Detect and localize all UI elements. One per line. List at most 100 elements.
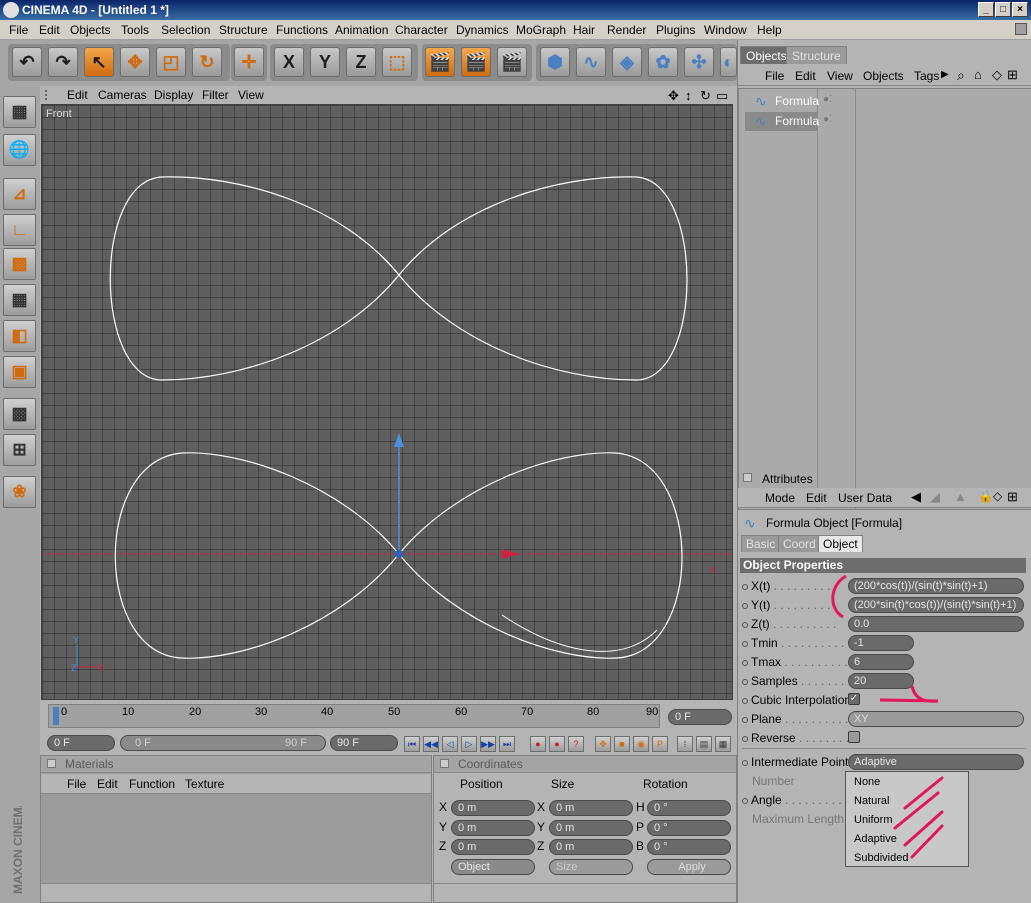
option-natural[interactable]: Natural (854, 795, 889, 807)
z-axis-lock-button[interactable]: Z (346, 47, 376, 77)
attributes-menu-userdata[interactable]: User Data (838, 491, 892, 505)
attributes-menu-mode[interactable]: Mode (765, 491, 795, 505)
timeline-ruler[interactable]: 0 10 20 30 40 50 60 70 80 90 (48, 704, 660, 728)
materials-menu-edit[interactable]: Edit (97, 777, 118, 791)
visibility-dots-icon[interactable]: ●⁚ (823, 114, 832, 125)
viewport-menu-cameras[interactable]: Cameras (98, 88, 147, 102)
timeline-settings-button[interactable]: ▤ (696, 736, 712, 752)
timeline-playhead[interactable] (53, 707, 59, 725)
zt-input[interactable]: 0.0 (848, 616, 1024, 632)
menu-tools[interactable]: Tools (121, 23, 149, 37)
coordinate-system-button[interactable]: ⬚ (382, 47, 412, 77)
coordinate-mode-select[interactable]: Object (451, 859, 535, 875)
timeline-more-button[interactable]: ▦ (715, 736, 731, 752)
search-icon[interactable]: ⌕ (957, 67, 965, 84)
menu-render[interactable]: Render (607, 23, 646, 37)
uv-mode-button[interactable]: ▣ (3, 356, 36, 388)
scale-button[interactable]: ◰ (156, 47, 186, 77)
record-position-button[interactable]: ✥ (595, 736, 611, 752)
menu-mograph[interactable]: MoGraph (516, 23, 566, 37)
play-button[interactable]: ▷ (461, 736, 477, 752)
tab-objects[interactable]: Objects (740, 46, 793, 64)
anim-dot-icon[interactable] (742, 759, 748, 766)
spline-button[interactable]: ∿ (576, 47, 606, 77)
anim-dot-icon[interactable] (742, 621, 748, 628)
new-window-icon[interactable]: ⊞ (1007, 489, 1018, 505)
option-none[interactable]: None (854, 776, 880, 788)
pos-z-field[interactable]: 0 m (451, 839, 535, 855)
world-axis-button[interactable]: ✛ (234, 47, 264, 77)
objects-menu-tags[interactable]: Tags (914, 69, 939, 83)
goto-end-button[interactable]: ⏭ (499, 736, 515, 752)
option-subdivided[interactable]: Subdivided (854, 852, 908, 864)
anim-dot-icon[interactable] (742, 697, 748, 704)
menu-character[interactable]: Character (395, 23, 448, 37)
end-frame-field[interactable]: 90 F (330, 735, 398, 751)
new-window-icon[interactable]: ⊞ (1007, 67, 1018, 83)
move-button[interactable]: ✥ (120, 47, 150, 77)
intermediate-select[interactable]: Adaptive (848, 754, 1024, 770)
pos-x-field[interactable]: 0 m (451, 800, 535, 816)
tmin-input[interactable]: -1 (848, 635, 914, 651)
autokey-button[interactable]: ● (549, 736, 565, 752)
render-settings-button[interactable]: 🎬 (497, 47, 527, 77)
menu-animation[interactable]: Animation (335, 23, 388, 37)
goto-start-button[interactable]: ⏮ (404, 736, 420, 752)
viewport-menu-view[interactable]: View (238, 88, 264, 102)
materials-menu-file[interactable]: File (67, 777, 86, 791)
tab-basic[interactable]: Basic (741, 535, 781, 552)
menu-structure[interactable]: Structure (219, 23, 268, 37)
rotate-button[interactable]: ↻ (192, 47, 222, 77)
size-z-field[interactable]: 0 m (549, 839, 633, 855)
samples-input[interactable]: 20 (848, 673, 914, 689)
texture-axis-button[interactable]: ∟ (3, 214, 36, 246)
redo-button[interactable]: ↷ (48, 47, 78, 77)
menu-plugins[interactable]: Plugins (656, 23, 695, 37)
tweak-mode-button[interactable]: ▩ (3, 398, 36, 430)
anim-dot-icon[interactable] (742, 716, 748, 723)
polygons-mode-button[interactable]: ◧ (3, 320, 36, 352)
prev-key-button[interactable]: ◀◀ (423, 736, 439, 752)
minimize-button[interactable]: _ (978, 2, 994, 17)
nurbs-button[interactable]: ◈ (612, 47, 642, 77)
rot-h-field[interactable]: 0 ° (647, 800, 731, 816)
live-selection-button[interactable]: ↖ (84, 47, 114, 77)
objects-menu-file[interactable]: File (765, 69, 784, 83)
viewport-menu-edit[interactable]: Edit (67, 88, 88, 102)
record-rotation-button[interactable]: ◉ (633, 736, 649, 752)
preview-range-slider[interactable]: 0 F 90 F (120, 735, 326, 751)
xt-input[interactable]: (200*cos(t))/(sin(t)*sin(t)+1) (848, 578, 1024, 594)
anim-dot-icon[interactable] (742, 583, 748, 590)
rot-p-field[interactable]: 0 ° (647, 820, 731, 836)
y-axis-lock-button[interactable]: Y (310, 47, 340, 77)
size-x-field[interactable]: 0 m (549, 800, 633, 816)
menu-dynamics[interactable]: Dynamics (456, 23, 509, 37)
viewport-menu-filter[interactable]: Filter (202, 88, 229, 102)
viewport-move-icon[interactable]: ✥ (668, 88, 679, 104)
front-viewport[interactable]: Front x Y Z X (41, 104, 733, 700)
home-icon[interactable]: ⌂ (974, 67, 982, 82)
pos-y-field[interactable]: 0 m (451, 820, 535, 836)
use-model-button[interactable]: 🌐 (3, 134, 36, 166)
undo-button[interactable]: ↶ (12, 47, 42, 77)
use-camera-button[interactable]: ▦ (3, 96, 36, 128)
render-picture-viewer-button[interactable]: 🎬 (461, 47, 491, 77)
scene-button[interactable]: ◐ (720, 47, 737, 77)
menu-selection[interactable]: Selection (161, 23, 210, 37)
back-arrow-icon[interactable]: ◀ (911, 489, 921, 505)
points-mode-button[interactable]: ▩ (3, 248, 36, 280)
option-adaptive[interactable]: Adaptive (854, 833, 897, 845)
attributes-menu-edit[interactable]: Edit (806, 491, 827, 505)
tmax-input[interactable]: 6 (848, 654, 914, 670)
close-button[interactable]: × (1012, 2, 1028, 17)
visibility-dots-icon[interactable]: ●⁚ (823, 94, 832, 105)
object-row-formula-2[interactable]: ∿ Formula (745, 112, 819, 131)
anim-dot-icon[interactable] (742, 735, 748, 742)
tab-structure[interactable]: Structure (786, 46, 847, 64)
lock-icon[interactable]: 🔒 (978, 489, 993, 503)
menu-help[interactable]: Help (757, 23, 782, 37)
anim-dot-icon[interactable] (742, 602, 748, 609)
tab-coord[interactable]: Coord (778, 535, 821, 552)
menu-window[interactable]: Window (704, 23, 747, 37)
record-parameter-button[interactable]: P (652, 736, 668, 752)
